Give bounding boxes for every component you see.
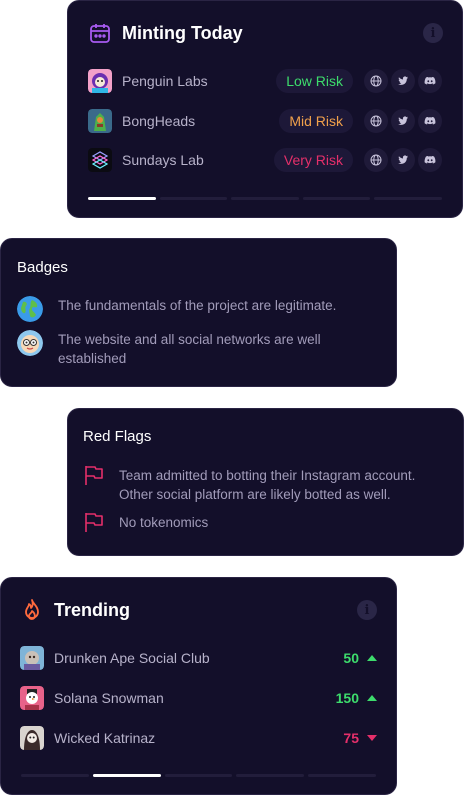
red-flag-text: Team admitted to botting their Instagram…: [119, 468, 416, 502]
flag-icon: [85, 513, 103, 532]
globe-icon[interactable]: [364, 109, 388, 133]
trending-header: Trending: [20, 598, 130, 622]
twitter-icon[interactable]: [391, 69, 415, 93]
badge-text: The fundamentals of the project are legi…: [58, 298, 337, 313]
carousel-pager: [21, 774, 376, 777]
pager-dot[interactable]: [231, 197, 299, 200]
discord-icon[interactable]: [418, 109, 442, 133]
info-icon[interactable]: i: [357, 600, 377, 620]
twitter-icon[interactable]: [391, 148, 415, 172]
trending-row[interactable]: Wicked Katrinaz 75: [20, 725, 377, 751]
red-flags-card: Red Flags Team admitted to botting their…: [67, 408, 464, 556]
calendar-icon: [90, 24, 110, 43]
trend-value: 150: [335, 690, 359, 706]
risk-badge: Mid Risk: [279, 109, 353, 133]
project-name[interactable]: Sundays Lab: [122, 152, 274, 168]
trending-row[interactable]: Solana Snowman 150: [20, 685, 377, 711]
red-flag-text: No tokenomics: [119, 515, 209, 530]
trend-value: 50: [343, 650, 359, 666]
wicked-katrinaz-avatar: [20, 726, 44, 750]
pager-dot[interactable]: [308, 774, 376, 777]
red-flag-item: No tokenomics: [83, 513, 443, 533]
trend-up-icon: [367, 695, 377, 701]
pager-dot[interactable]: [302, 197, 371, 200]
project-name[interactable]: BongHeads: [122, 113, 279, 129]
minting-today-title: Minting Today: [122, 22, 243, 43]
red-flag-item: Team admitted to botting their Instagram…: [83, 466, 443, 504]
pager-dot[interactable]: [236, 774, 305, 777]
pager-dot[interactable]: [374, 197, 442, 200]
minting-today-header: Minting Today: [88, 21, 243, 45]
pager-dot[interactable]: [21, 774, 89, 777]
carousel-pager: [88, 197, 442, 200]
info-icon[interactable]: i: [423, 23, 443, 43]
minting-today-card: Minting Today i Penguin Labs Low Risk Bo…: [67, 0, 463, 218]
bonghead-avatar: [88, 109, 112, 133]
pager-dot[interactable]: [159, 197, 228, 200]
badges-card: Badges The fundamentals of the project a…: [0, 238, 397, 387]
trend-value: 75: [343, 730, 359, 746]
twitter-icon[interactable]: [391, 109, 415, 133]
minting-row[interactable]: Sundays Lab Very Risk: [88, 147, 442, 173]
trend-down-icon: [367, 735, 377, 741]
trending-row[interactable]: Drunken Ape Social Club 50: [20, 645, 377, 671]
pager-dot[interactable]: [88, 197, 156, 200]
minting-row[interactable]: BongHeads Mid Risk: [88, 108, 442, 134]
trending-name[interactable]: Solana Snowman: [54, 690, 336, 706]
pager-dot[interactable]: [92, 774, 161, 777]
trending-card: Trending i Drunken Ape Social Club 50 So…: [0, 577, 397, 795]
globe-icon[interactable]: [364, 69, 388, 93]
flag-icon: [85, 466, 103, 485]
drunken-ape-avatar: [20, 646, 44, 670]
discord-icon[interactable]: [418, 69, 442, 93]
badge-item: The website and all social networks are …: [17, 330, 366, 368]
minting-row[interactable]: Penguin Labs Low Risk: [88, 68, 442, 94]
solana-snowman-avatar: [20, 686, 44, 710]
pager-dot[interactable]: [164, 774, 233, 777]
project-name[interactable]: Penguin Labs: [122, 73, 276, 89]
trending-name[interactable]: Wicked Katrinaz: [54, 730, 343, 746]
earth-icon: [17, 296, 43, 322]
fire-icon: [25, 599, 39, 620]
trend-up-icon: [367, 655, 377, 661]
globe-icon[interactable]: [364, 148, 388, 172]
risk-badge: Very Risk: [273, 148, 353, 172]
badge-text: The website and all social networks are …: [58, 332, 321, 366]
badges-title: Badges: [17, 259, 68, 276]
risk-badge: Low Risk: [276, 69, 353, 93]
penguin-avatar: [88, 69, 112, 93]
sundays-lab-avatar: [88, 148, 112, 172]
red-flags-title: Red Flags: [83, 428, 152, 445]
trending-title: Trending: [54, 599, 130, 620]
trending-name[interactable]: Drunken Ape Social Club: [54, 650, 343, 666]
discord-icon[interactable]: [418, 148, 442, 172]
nerd-face-icon: [17, 330, 43, 356]
badge-item: The fundamentals of the project are legi…: [17, 296, 366, 322]
